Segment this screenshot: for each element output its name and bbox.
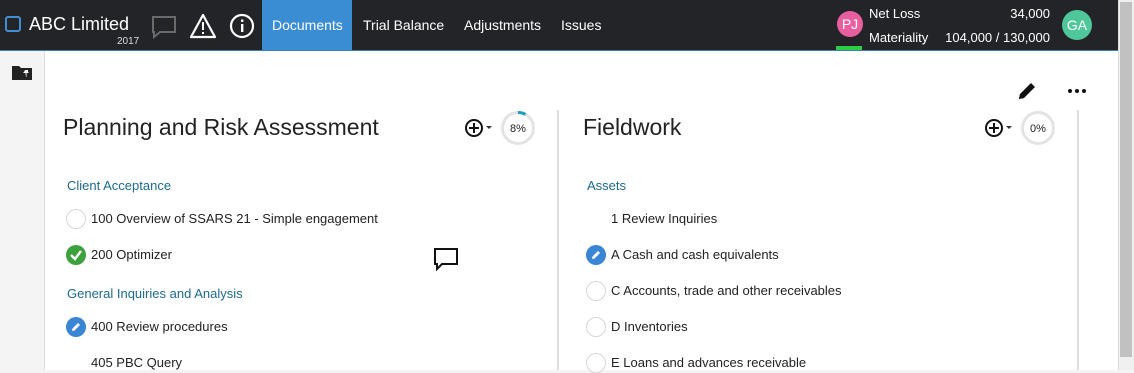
status-not-started-icon[interactable] (586, 317, 606, 337)
company-name[interactable]: ABC Limited (29, 14, 129, 35)
tab-adjustments[interactable]: Adjustments (454, 0, 551, 50)
status-not-started-icon[interactable] (66, 209, 86, 229)
info-icon[interactable] (228, 12, 256, 40)
account-avatar[interactable]: GA (1062, 10, 1092, 40)
net-loss-label: Net Loss (869, 6, 921, 21)
status-in-progress-icon[interactable] (66, 317, 86, 337)
materiality-label: Materiality (869, 30, 929, 45)
fiscal-year: 2017 (117, 36, 140, 47)
add-document-button[interactable] (983, 117, 1017, 139)
warning-icon[interactable] (189, 12, 217, 40)
more-options-icon[interactable] (1066, 80, 1088, 102)
progress-ring: 8% (500, 110, 536, 146)
list-item[interactable]: A Cash and cash equivalents (611, 247, 779, 262)
tab-documents[interactable]: Documents (262, 0, 352, 50)
section-heading: Client Acceptance (67, 178, 172, 193)
progress-percent: 0% (1030, 123, 1046, 135)
status-in-progress-icon[interactable] (586, 245, 606, 265)
top-bar: ABC Limited 2017 Documents Trial Balance… (0, 0, 1118, 51)
edit-pencil-icon[interactable] (1016, 80, 1038, 102)
column-divider (1077, 110, 1079, 370)
materiality-indicator (836, 46, 862, 50)
status-completed-icon[interactable] (66, 245, 86, 265)
chat-icon[interactable] (150, 12, 178, 40)
list-item[interactable]: E Loans and advances receivable (611, 355, 806, 370)
list-item[interactable]: 200 Optimizer (91, 247, 172, 262)
section-heading: General Inquiries and Analysis (67, 286, 243, 301)
progress-percent: 8% (510, 123, 526, 135)
list-item[interactable]: 100 Overview of SSARS 21 - Simple engage… (91, 211, 378, 226)
left-rail (0, 51, 45, 370)
section-heading: Assets (587, 178, 627, 193)
add-document-button[interactable] (463, 117, 497, 139)
user-avatar[interactable]: PJ (837, 11, 863, 37)
tab-trial-balance[interactable]: Trial Balance (353, 0, 454, 50)
progress-ring: 0% (1020, 110, 1056, 146)
list-item[interactable]: 1 Review Inquiries (611, 211, 717, 226)
status-not-started-icon[interactable] (586, 281, 606, 301)
materiality-value: 104,000 / 130,000 (945, 30, 1050, 45)
list-item[interactable]: C Accounts, trade and other receivables (611, 283, 842, 298)
list-item[interactable]: 405 PBC Query (91, 355, 182, 370)
list-item[interactable]: D Inventories (611, 319, 688, 334)
column-title-fieldwork: Fieldwork (583, 114, 682, 140)
column-divider (557, 110, 559, 370)
net-loss-value: 34,000 (1010, 6, 1050, 21)
app-logo-icon[interactable] (5, 16, 21, 32)
list-item[interactable]: 400 Review procedures (91, 319, 228, 334)
status-not-started-icon[interactable] (586, 353, 606, 373)
comment-icon[interactable] (433, 247, 459, 272)
tab-issues[interactable]: Issues (551, 0, 611, 50)
pinned-folder-icon[interactable] (11, 63, 33, 81)
scrollbar-thumb[interactable] (1120, 2, 1132, 357)
column-title-planning: Planning and Risk Assessment (63, 114, 379, 140)
